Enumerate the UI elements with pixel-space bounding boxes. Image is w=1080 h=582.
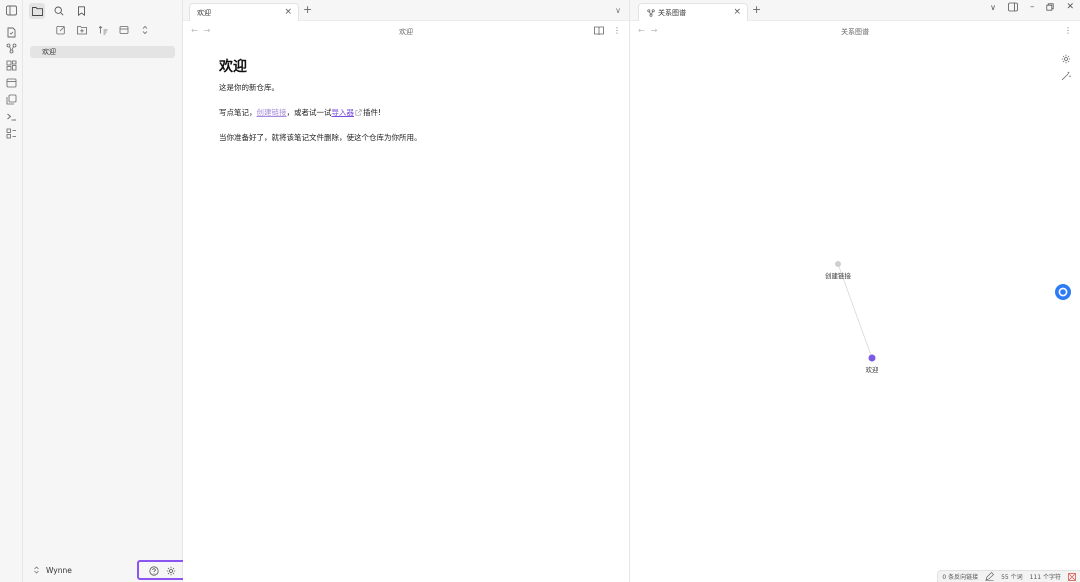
note-tab-bar: 欢迎 × + ∨ [183, 0, 629, 21]
chevron-down-icon[interactable]: ∨ [615, 6, 621, 15]
close-icon[interactable]: × [284, 7, 292, 17]
command-palette-icon[interactable] [5, 110, 18, 123]
graph-pane: 关系图谱 × + ∨ – ✕ ←→ 关系图谱 ⋮ 创建链接 欢迎 0 条反向链接… [630, 0, 1080, 582]
restore-icon[interactable] [1046, 3, 1055, 11]
reading-view-icon[interactable] [594, 26, 604, 35]
window-controls: ∨ – ✕ [990, 2, 1074, 12]
graph-canvas[interactable] [630, 40, 1080, 570]
floating-assistant-button[interactable] [1055, 284, 1071, 300]
more-options-icon[interactable]: ⋮ [613, 26, 621, 35]
left-ribbon [0, 0, 23, 582]
gear-icon [166, 566, 175, 575]
new-folder-button[interactable] [76, 24, 88, 36]
note-content: 欢迎 这是你的新仓库。 写点笔记，创建链接，或者试一试导入器 插件! 当你准备好了… [219, 56, 599, 157]
note-paragraph-3: 当你准备好了，就将该笔记文件删除，使这个仓库为你所用。 [219, 133, 422, 142]
note-paragraph-1: 这是你的新仓库。 [219, 83, 279, 92]
toggle-right-sidebar-icon[interactable] [1008, 2, 1018, 12]
close-window-icon[interactable]: ✕ [1066, 2, 1074, 12]
minimize-icon[interactable]: – [1030, 2, 1035, 12]
search-tab[interactable] [51, 3, 67, 19]
highlighted-footer-actions [137, 560, 187, 580]
bookmarks-tab[interactable] [73, 3, 89, 19]
sync-status-icon[interactable] [1068, 572, 1076, 581]
view-title: 欢迎 [399, 28, 413, 36]
graph-view-icon [647, 8, 655, 17]
tab-graph[interactable]: 关系图谱 × [638, 3, 748, 21]
sidebar-toggle-icon[interactable] [5, 4, 18, 17]
pencil-icon[interactable] [985, 572, 995, 581]
chevrons-up-down-icon [142, 25, 148, 35]
file-nav-actions [23, 24, 183, 40]
note-pane: 欢迎 × + ∨ ←→ 欢迎 ⋮ 欢迎 这是你的新仓库。 写点笔记，创建链接，或… [183, 0, 630, 582]
folder-plus-icon [77, 26, 87, 35]
note-paragraph-2: 写点笔记，创建链接，或者试一试导入器 插件! [219, 108, 382, 117]
files-tab[interactable] [29, 2, 45, 19]
bookmark-icon [77, 5, 85, 16]
templates-icon[interactable] [5, 93, 18, 106]
graph-node-label: 创建链接 [825, 272, 851, 280]
char-count: 111 个字符 [1029, 574, 1061, 581]
graph-node-label: 欢迎 [865, 366, 879, 374]
vault-switcher[interactable]: Wynne [33, 566, 72, 575]
collapse-icon [119, 26, 129, 34]
new-tab-icon[interactable]: + [303, 3, 312, 16]
chevron-down-icon[interactable]: ∨ [990, 3, 996, 12]
folder-icon [31, 6, 43, 16]
graph-node-create-link[interactable] [835, 261, 841, 267]
sidebar-footer: Wynne [23, 558, 187, 582]
graph-node-welcome[interactable] [868, 354, 876, 362]
file-item-label: 欢迎 [42, 48, 56, 56]
edit-icon [56, 26, 65, 35]
settings-button[interactable] [166, 561, 176, 580]
external-link-importer[interactable]: 导入器 [332, 108, 355, 117]
sort-button[interactable] [97, 24, 109, 36]
vault-name: Wynne [46, 565, 72, 575]
tab-label: 欢迎 [197, 8, 211, 17]
search-icon [54, 6, 64, 16]
expand-all-button[interactable] [139, 24, 151, 36]
close-icon[interactable]: × [733, 7, 741, 17]
auto-reveal-button[interactable] [118, 24, 130, 36]
sidebar-tab-header [23, 0, 183, 21]
graph-tab-bar: 关系图谱 × + ∨ – ✕ [630, 0, 1080, 21]
view-title: 关系图谱 [841, 28, 869, 36]
tab-welcome[interactable]: 欢迎 × [189, 3, 299, 21]
external-link-icon [355, 109, 362, 116]
chat-bubble-icon [1058, 287, 1068, 297]
sort-icon [98, 25, 108, 35]
calendar-icon[interactable] [5, 76, 18, 89]
file-explorer-sidebar: 欢迎 Wynne [23, 0, 187, 582]
internal-link-create-link[interactable]: 创建链接 [257, 108, 287, 117]
canvas-icon[interactable] [5, 59, 18, 72]
view-header: ←→ 欢迎 ⋮ [183, 22, 629, 40]
word-count: 55 个词 [1001, 574, 1023, 581]
note-heading: 欢迎 [219, 59, 247, 75]
backlinks-count[interactable]: 0 条反向链接 [942, 572, 978, 581]
status-bar: 0 条反向链接 55 个词 111 个字符 [937, 570, 1080, 582]
view-header: ←→ 关系图谱 ⋮ [630, 22, 1080, 40]
quick-switcher-icon[interactable] [5, 26, 18, 39]
help-icon [148, 565, 159, 576]
new-tab-icon[interactable]: + [752, 3, 761, 16]
file-item-welcome[interactable]: 欢迎 [30, 46, 175, 58]
plugins-icon[interactable] [5, 127, 18, 140]
more-options-icon[interactable]: ⋮ [1064, 26, 1072, 35]
new-note-button[interactable] [55, 24, 67, 36]
app-window: 欢迎 Wynne 欢迎 × + ∨ ←→ 欢迎 ⋮ 欢迎 这是你的新仓库。 写点… [0, 0, 1080, 582]
graph-view-icon[interactable] [5, 42, 18, 55]
help-button[interactable] [148, 561, 159, 580]
tab-label: 关系图谱 [658, 8, 686, 17]
chevrons-up-down-icon [34, 566, 39, 574]
